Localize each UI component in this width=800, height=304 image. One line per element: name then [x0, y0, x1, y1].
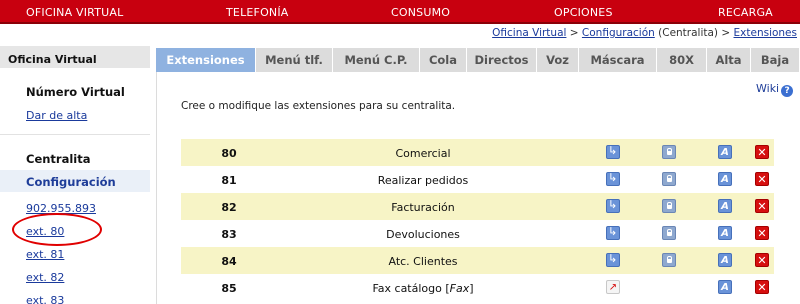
- nav-consumo[interactable]: CONSUMO: [391, 6, 450, 19]
- edit-icon[interactable]: A: [718, 253, 732, 267]
- tab-alta[interactable]: Alta: [707, 48, 751, 72]
- tab-mascara[interactable]: Máscara: [579, 48, 657, 72]
- sidebar-title: Oficina Virtual: [0, 46, 150, 68]
- breadcrumb-context: (Centralita) >: [654, 27, 734, 39]
- extension-name: Devoluciones: [386, 228, 460, 241]
- tab-bar: Extensiones Menú tlf. Menú C.P. Cola Dir…: [156, 48, 800, 72]
- wiki-label: Wiki: [756, 82, 780, 95]
- sidebar-heading-centralita: Centralita: [26, 152, 91, 166]
- sidebar-item-configuracion[interactable]: Configuración: [0, 170, 150, 192]
- table-row: 80 Comercial A ✕: [181, 139, 774, 166]
- sidebar-link-dar-de-alta[interactable]: Dar de alta: [26, 109, 87, 122]
- intro-text: Cree o modifique las extensiones para su…: [181, 100, 456, 112]
- annotation-ellipse: [12, 213, 102, 246]
- tab-80x[interactable]: 80X: [657, 48, 707, 72]
- breadcrumb-extensiones[interactable]: Extensiones: [734, 27, 797, 39]
- transfer-icon[interactable]: [606, 171, 620, 186]
- lock-icon[interactable]: [662, 253, 676, 267]
- table-row: 83 Devoluciones A ✕: [181, 220, 774, 247]
- nav-recarga[interactable]: RECARGA: [718, 6, 773, 19]
- transfer-icon[interactable]: [606, 198, 620, 213]
- lock-icon[interactable]: [662, 145, 676, 159]
- extension-number: 85: [221, 282, 237, 295]
- extension-name: Comercial: [395, 147, 451, 160]
- extension-number: 84: [221, 255, 237, 268]
- edit-icon[interactable]: A: [718, 199, 732, 213]
- tab-menu-tlf[interactable]: Menú tlf.: [256, 48, 333, 72]
- delete-icon[interactable]: ✕: [755, 199, 769, 213]
- extension-name: Fax catálogo [Fax]: [372, 282, 474, 295]
- nav-opciones[interactable]: OPCIONES: [554, 6, 613, 19]
- delete-icon[interactable]: ✕: [755, 226, 769, 240]
- tab-baja[interactable]: Baja: [751, 48, 800, 72]
- nav-oficina-virtual[interactable]: OFICINA VIRTUAL: [26, 6, 123, 19]
- nav-telefonia[interactable]: TELEFONÍA: [226, 6, 289, 19]
- delete-icon[interactable]: ✕: [755, 172, 769, 186]
- transfer-icon[interactable]: [606, 144, 620, 159]
- breadcrumb-configuracion[interactable]: Configuración: [582, 27, 655, 39]
- extension-number: 83: [221, 228, 237, 241]
- breadcrumb: Oficina Virtual > Configuración (Central…: [492, 27, 797, 39]
- delete-icon[interactable]: ✕: [755, 145, 769, 159]
- extension-name: Realizar pedidos: [377, 174, 469, 187]
- lock-icon[interactable]: [662, 226, 676, 240]
- lock-icon[interactable]: [662, 199, 676, 213]
- edit-icon[interactable]: A: [718, 145, 732, 159]
- table-row: 85 Fax catálogo [Fax] ↗ A ✕: [181, 274, 774, 301]
- sidebar-divider: [0, 134, 150, 135]
- sidebar-link-ext-82[interactable]: ext. 82: [26, 271, 64, 284]
- edit-icon[interactable]: A: [718, 226, 732, 240]
- sidebar: Oficina Virtual Número Virtual Dar de al…: [0, 46, 150, 304]
- breadcrumb-separator: >: [566, 27, 582, 39]
- delete-icon[interactable]: ✕: [755, 280, 769, 294]
- sidebar-link-ext-83[interactable]: ext. 83: [26, 294, 64, 304]
- tab-menu-cp[interactable]: Menú C.P.: [333, 48, 420, 72]
- delete-icon[interactable]: ✕: [755, 253, 769, 267]
- transfer-icon[interactable]: [606, 252, 620, 267]
- edit-icon[interactable]: A: [718, 172, 732, 186]
- tab-cola[interactable]: Cola: [420, 48, 467, 72]
- extension-number: 81: [221, 174, 237, 187]
- breadcrumb-oficina-virtual[interactable]: Oficina Virtual: [492, 27, 566, 39]
- wiki-link[interactable]: Wiki?: [756, 82, 794, 97]
- extension-number: 82: [221, 201, 237, 214]
- extension-number: 80: [221, 147, 237, 160]
- tab-extensiones[interactable]: Extensiones: [156, 48, 256, 72]
- tab-directos[interactable]: Directos: [467, 48, 537, 72]
- table-row: 81 Realizar pedidos A ✕: [181, 166, 774, 193]
- lock-icon[interactable]: [662, 172, 676, 186]
- edit-icon[interactable]: A: [718, 280, 732, 294]
- extension-name: Facturación: [391, 201, 455, 214]
- help-icon[interactable]: ?: [781, 85, 794, 97]
- sidebar-link-ext-81[interactable]: ext. 81: [26, 248, 64, 261]
- extension-name: Atc. Clientes: [388, 255, 458, 268]
- fax-tag: Fax: [449, 282, 470, 295]
- table-row: 82 Facturación A ✕: [181, 193, 774, 220]
- top-nav-bar: OFICINA VIRTUAL TELEFONÍA CONSUMO OPCION…: [0, 0, 800, 24]
- pdf-icon[interactable]: ↗: [606, 280, 620, 294]
- tab-voz[interactable]: Voz: [537, 48, 579, 72]
- transfer-icon[interactable]: [606, 225, 620, 240]
- table-row: 84 Atc. Clientes A ✕: [181, 247, 774, 274]
- sidebar-heading-numero-virtual: Número Virtual: [26, 85, 125, 99]
